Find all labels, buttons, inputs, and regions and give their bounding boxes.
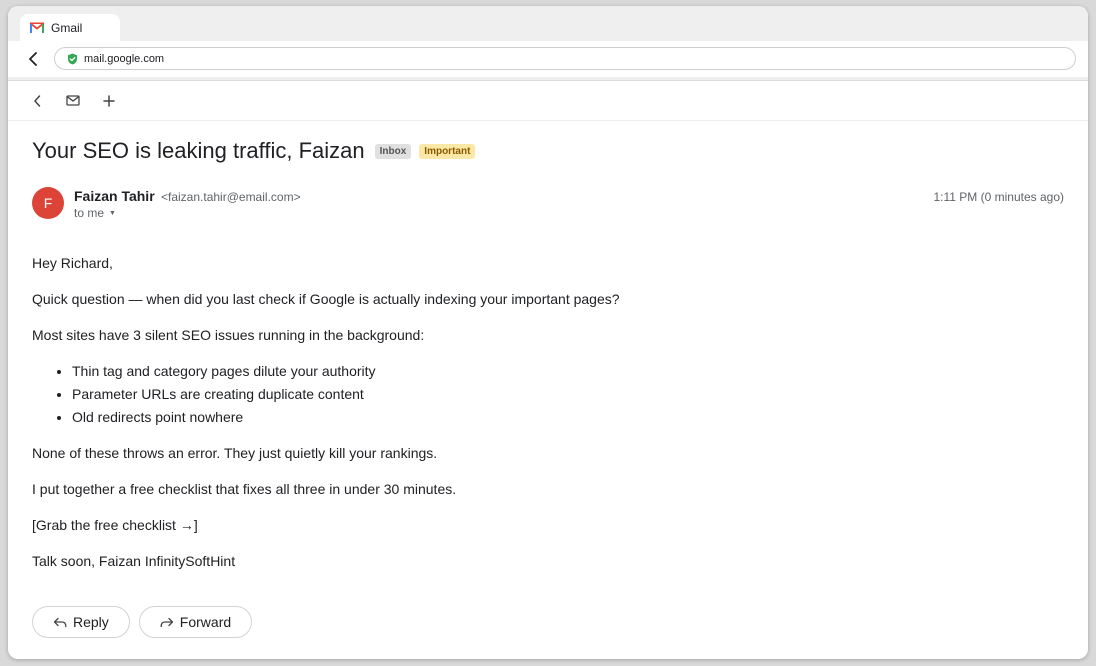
reply-label: Reply — [73, 614, 109, 630]
list-item: Old redirects point nowhere — [72, 410, 1032, 424]
gmail-logo-icon — [30, 22, 44, 33]
recipient-details-toggle[interactable]: to me ▼ — [74, 206, 116, 220]
reply-button[interactable]: Reply — [32, 606, 130, 638]
sender-row: F Faizan Tahir <faizan.tahir@email.com> … — [32, 186, 1064, 222]
secure-shield-icon — [68, 53, 77, 64]
recipient-label: to me — [74, 206, 105, 220]
email-paragraph: I put together a free checklist that fix… — [32, 481, 457, 497]
label-important-badge[interactable]: Important — [419, 143, 476, 159]
subject-row: Your SEO is leaking traffic, Faizan Inbo… — [32, 138, 476, 164]
email-paragraph: Quick question — when did you last check… — [32, 291, 620, 307]
reply-arrow-icon — [53, 617, 67, 627]
mail-icon — [66, 95, 80, 106]
email-subject: Your SEO is leaking traffic, Faizan — [32, 138, 365, 163]
email-body: Hey Richard, Quick question — when did y… — [32, 256, 1032, 590]
browser-tab[interactable]: Gmail — [20, 14, 120, 41]
sender-name: Faizan Tahir — [74, 188, 155, 204]
email-paragraph: Most sites have 3 silent SEO issues runn… — [32, 327, 425, 343]
label-inbox-badge[interactable]: Inbox — [374, 143, 412, 159]
email-signoff: Talk soon, Faizan InfinitySoftHint — [32, 553, 236, 569]
forward-arrow-icon — [160, 617, 173, 627]
plus-icon — [103, 94, 115, 107]
list-item: Thin tag and category pages dilute your … — [72, 364, 1032, 378]
browser-chrome: Gmail mail.google.com — [8, 6, 1088, 81]
url-text: mail.google.com — [84, 52, 165, 65]
list-item: Parameter URLs are creating duplicate co… — [72, 387, 1032, 401]
caret-down-icon: ▼ — [109, 209, 116, 217]
checklist-link[interactable]: [Grab the free checklist →] — [32, 518, 1032, 532]
email-paragraph: None of these throws an error. They just… — [32, 445, 438, 461]
tab-title: Gmail — [51, 20, 83, 35]
email-toolbar — [8, 81, 1088, 121]
browser-window: Gmail mail.google.com Your SEO is leakin… — [8, 6, 1088, 659]
email-timestamp: 1:11 PM (0 minutes ago) — [933, 190, 1064, 204]
compose-button[interactable] — [98, 90, 120, 112]
back-to-inbox-button[interactable] — [26, 90, 48, 112]
forward-label: Forward — [179, 614, 232, 630]
email-greeting: Hey Richard, — [32, 255, 113, 271]
email-actions: Reply Forward — [32, 606, 253, 638]
issue-list: Thin tag and category pages dilute your … — [72, 364, 1032, 424]
forward-button[interactable]: Forward — [138, 606, 253, 638]
mark-unread-button[interactable] — [62, 90, 84, 112]
browser-back-button[interactable] — [22, 48, 44, 70]
chevron-left-icon — [34, 94, 41, 107]
sender-email: <faizan.tahir@email.com> — [161, 190, 301, 204]
url-bar[interactable]: mail.google.com — [54, 47, 1076, 70]
avatar[interactable]: F — [32, 187, 64, 219]
address-row: mail.google.com — [8, 41, 1088, 77]
chevron-left-icon — [29, 52, 37, 66]
